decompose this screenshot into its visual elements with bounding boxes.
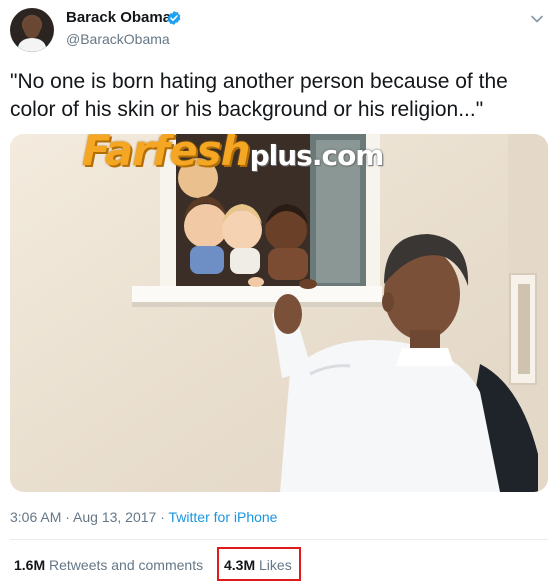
tweet-photo[interactable]: Farfeshplus.com (10, 134, 548, 492)
tweet-text: "No one is born hating another person be… (10, 70, 508, 121)
tweet-meta: 3:06 AM · Aug 13, 2017 · Twitter for iPh… (10, 509, 277, 525)
timestamp[interactable]: 3:06 AM · Aug 13, 2017 · (10, 509, 169, 525)
verified-badge-icon (167, 11, 181, 25)
chevron-down-icon[interactable] (530, 12, 544, 26)
divider (10, 539, 548, 540)
watermark-logo: Farfeshplus.com (82, 134, 385, 175)
author-name[interactable]: Barack Obama (66, 9, 171, 26)
watermark-suffix: plus.com (249, 139, 385, 172)
avatar[interactable] (10, 8, 54, 52)
retweets-stat[interactable]: 1.6M Retweets and comments (14, 557, 203, 573)
author-handle[interactable]: @BarackObama (66, 31, 170, 47)
retweets-count: 1.6M (14, 557, 46, 573)
likes-count: 4.3M (224, 557, 256, 573)
watermark-brand: Farfesh (82, 134, 251, 175)
likes-stat[interactable]: 4.3M Likes (224, 557, 292, 573)
likes-label: Likes (255, 557, 292, 573)
photo-illustration (10, 134, 548, 492)
tweet-card: Barack Obama @BarackObama "No one is bor… (0, 0, 560, 587)
source-link[interactable]: Twitter for iPhone (169, 509, 278, 525)
retweets-label: Retweets and comments (45, 557, 204, 573)
